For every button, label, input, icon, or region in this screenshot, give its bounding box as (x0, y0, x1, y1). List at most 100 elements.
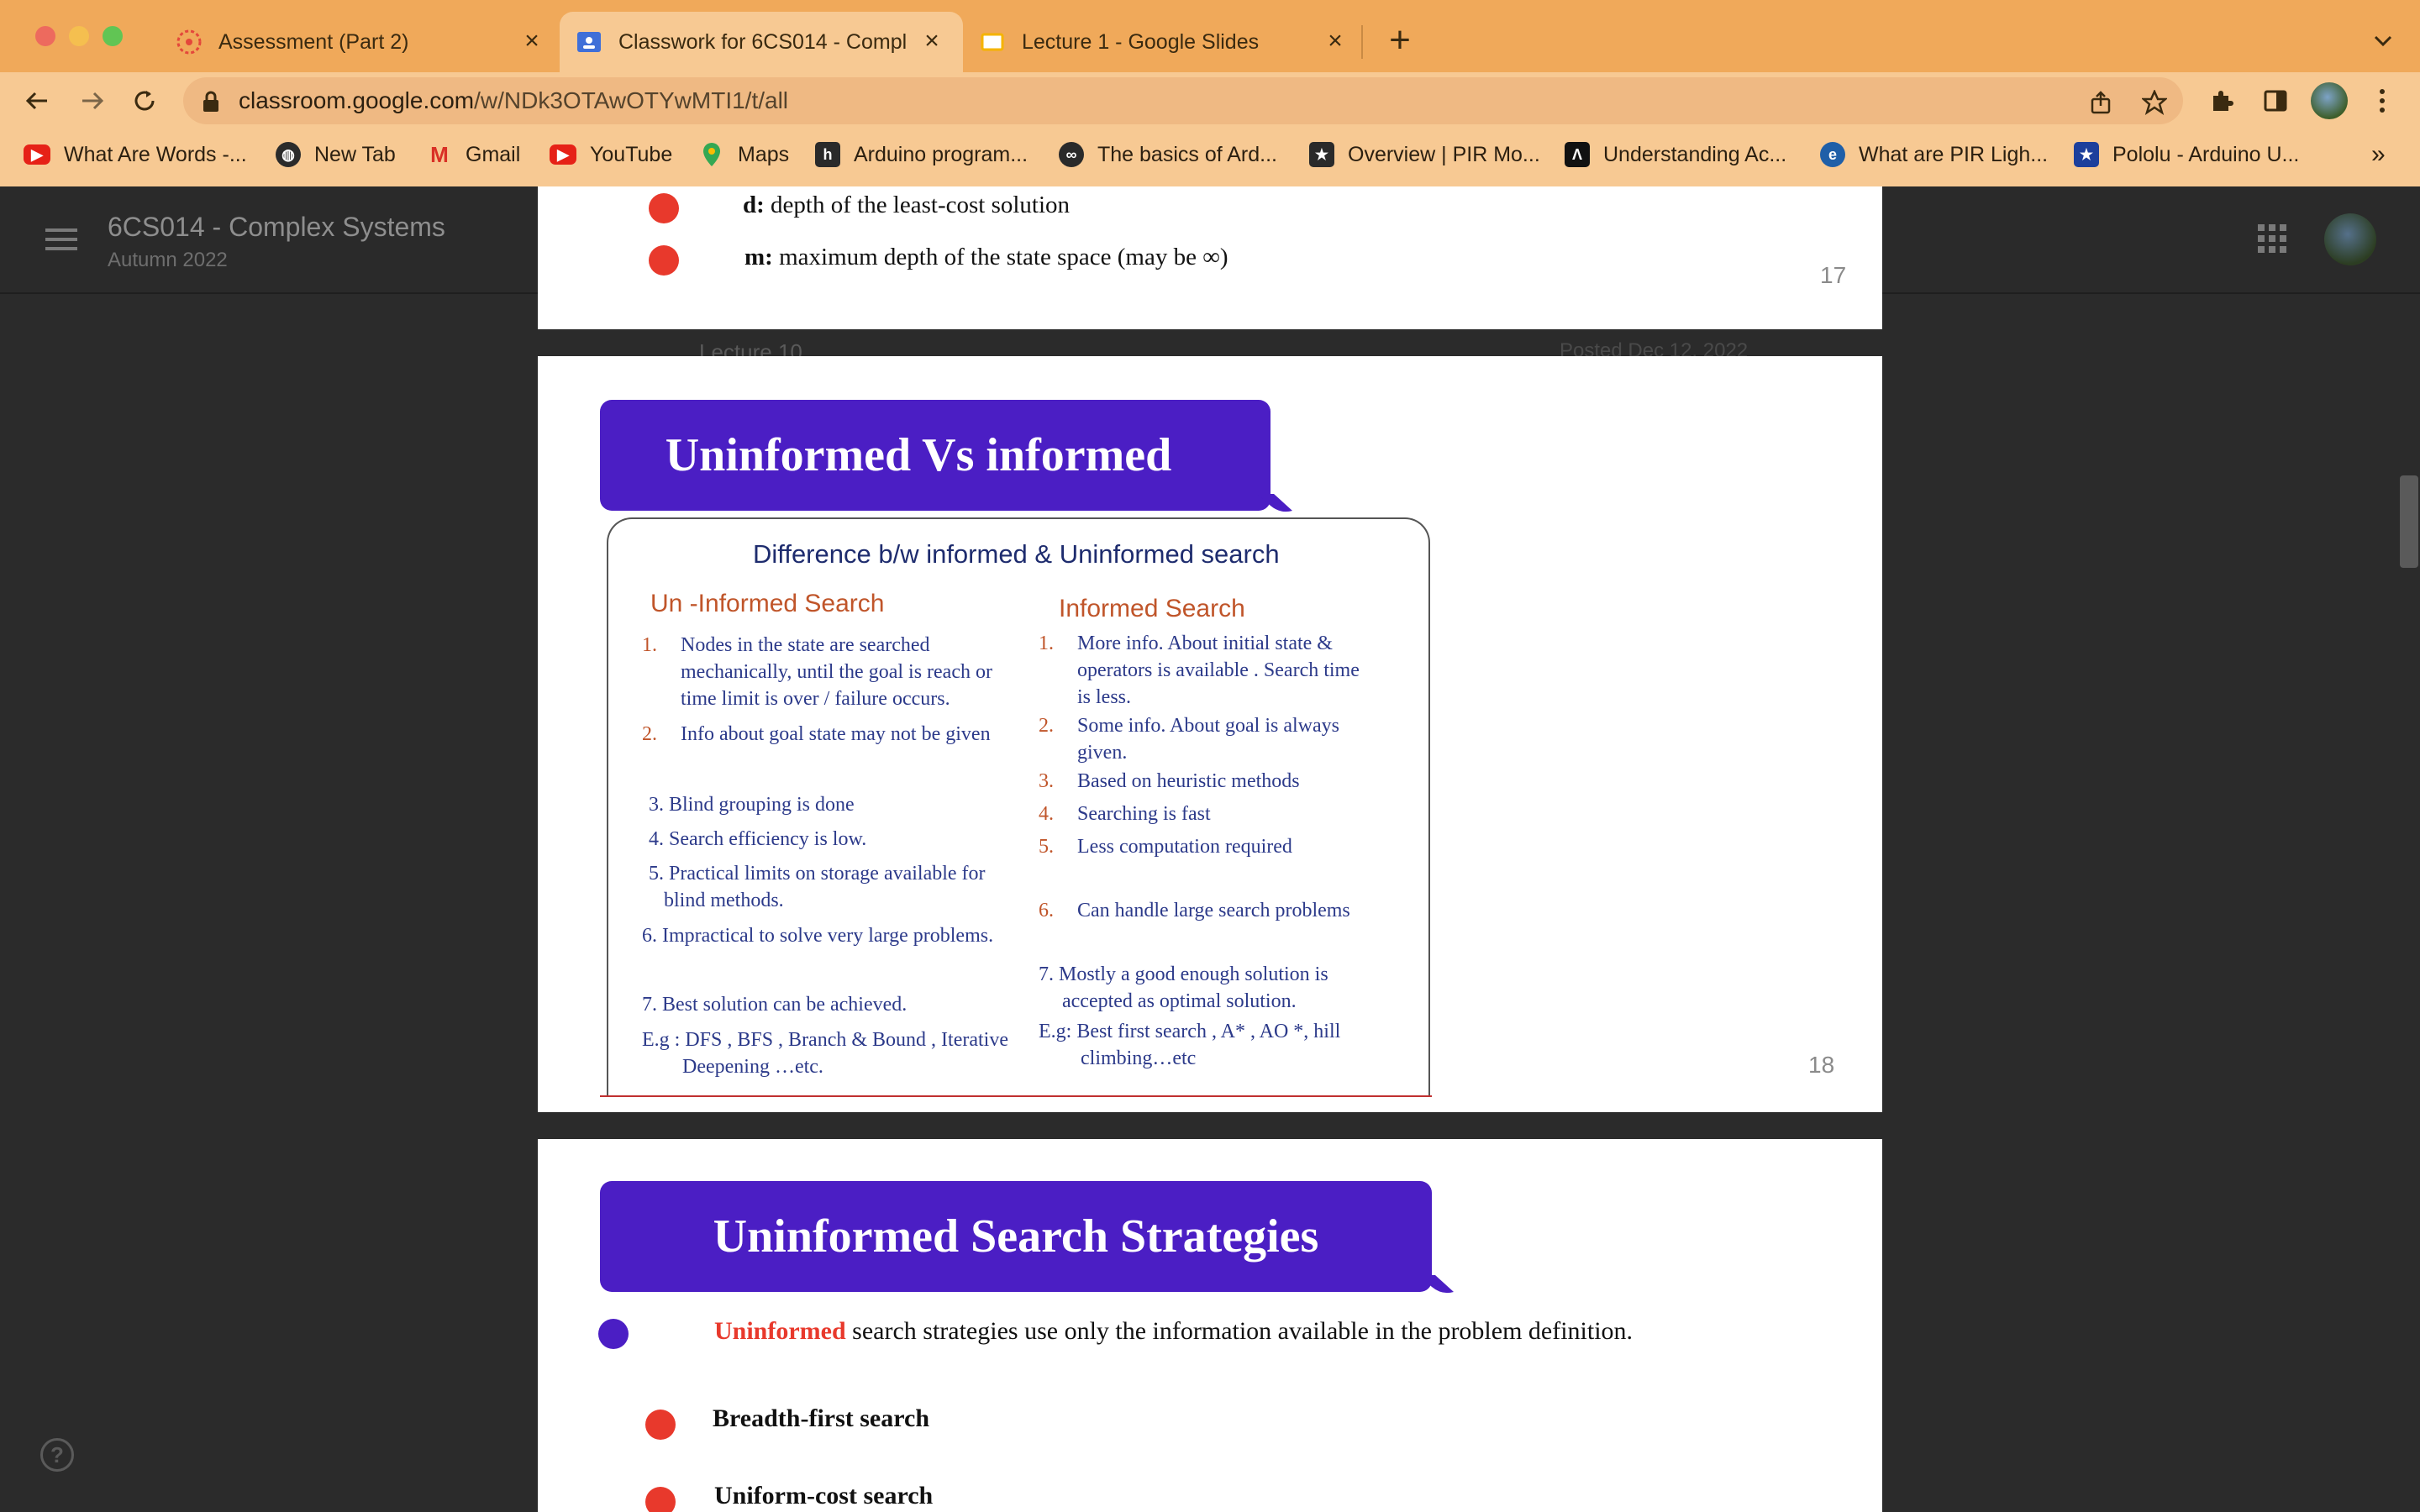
uninformed-list: 1. Nodes in the state are searched mechani… (642, 632, 1037, 1102)
bookmark-item[interactable]: ∞ The basics of Ard... (1059, 138, 1277, 171)
globe-icon: ◍ (276, 142, 301, 167)
url-host: classroom.google.com (239, 87, 475, 113)
close-window-button[interactable] (35, 26, 55, 46)
bookmark-label: Arduino program... (854, 142, 1028, 166)
a-icon: Λ (1565, 142, 1590, 167)
item-text: Less computation required (1077, 836, 1292, 858)
item-text: Searching is fast (1077, 803, 1211, 825)
bookmark-item[interactable]: M Gmail (427, 138, 520, 171)
side-panel-icon[interactable] (2259, 84, 2292, 118)
item-number: 2. (642, 723, 657, 745)
bookmark-item[interactable]: h Arduino program... (815, 138, 1028, 171)
account-avatar[interactable] (2324, 213, 2376, 265)
bookmark-label: Maps (738, 142, 790, 166)
slide-number: 17 (1820, 262, 1847, 288)
bookmark-star-icon[interactable] (2138, 86, 2171, 119)
bookmark-item[interactable]: ★ Overview | PIR Mo... (1309, 138, 1540, 171)
bookmark-label: New Tab (314, 142, 396, 166)
viewer-scrollbar-thumb[interactable] (2400, 475, 2418, 568)
infinity-icon: ∞ (1059, 142, 1084, 167)
list-item: 7. Best solution can be achieved. (642, 991, 1037, 1018)
classroom-logo-icon (576, 29, 602, 55)
tab-divider (1361, 25, 1363, 59)
tab-classwork[interactable]: Classwork for 6CS014 - Compl × (560, 12, 963, 72)
bullet-desc: depth of the least-cost solution (764, 192, 1071, 218)
course-title[interactable]: 6CS014 - Complex Systems (108, 212, 445, 243)
bullet-dot (598, 1319, 629, 1349)
banner-tail (1418, 1275, 1454, 1294)
url-text[interactable]: classroom.google.com/w/NDk3OTAwOTYwMTI1/… (239, 87, 788, 114)
url-path: /w/NDk3OTAwOTYwMTI1/t/all (474, 87, 789, 113)
close-tab-icon[interactable]: × (919, 29, 944, 54)
item-number: 4. (1039, 803, 1054, 825)
bullet-key: m: (744, 244, 773, 270)
back-arrow-icon[interactable] (20, 84, 54, 118)
profile-avatar[interactable] (2311, 82, 2348, 119)
list-item: 6. Can handle large search problems (1039, 897, 1425, 924)
slide-title: Uninformed Vs informed (665, 429, 1172, 481)
bookmark-label: What Are Words -... (64, 142, 247, 166)
item-text: climbing…etc (1081, 1047, 1197, 1069)
bookmark-label: Pololu - Arduino U... (2112, 142, 2300, 166)
lock-icon[interactable] (198, 89, 224, 114)
tab-assessment[interactable]: Assessment (Part 2) × (160, 12, 563, 72)
strategy-item: Breadth-first search (713, 1404, 930, 1432)
list-item: E.g : DFS , BFS , Branch & Bound , Itera… (642, 1026, 1037, 1080)
new-tab-button[interactable]: + (1381, 19, 1418, 60)
list-item: 6. Impractical to solve very large probl… (642, 922, 1037, 949)
bookmark-item[interactable]: ◍ New Tab (276, 138, 396, 171)
bookmark-item[interactable]: ▶ What Are Words -... (24, 138, 247, 171)
hamburger-menu-icon[interactable] (45, 227, 77, 252)
slide-title: Uninformed Search Strategies (713, 1210, 1319, 1263)
canvas-logo-icon (176, 29, 202, 55)
more-bookmarks-button[interactable]: » (2371, 138, 2386, 171)
bookmark-label: YouTube (590, 142, 673, 166)
tab-search-chevron-icon[interactable] (2366, 24, 2400, 57)
forward-arrow-icon[interactable] (76, 84, 109, 118)
bookmark-item[interactable]: ★ Pololu - Arduino U... (2074, 138, 2299, 171)
item-text: Deepening …etc. (682, 1056, 823, 1078)
slide-title-banner: Uninformed Search Strategies (600, 1181, 1432, 1292)
reload-icon[interactable] (128, 84, 161, 118)
bookmark-item[interactable]: e What are PIR Ligh... (1820, 138, 2048, 171)
item-text: mechanically, until the goal is reach or (681, 661, 992, 683)
tab-title: Assessment (Part 2) (218, 29, 409, 54)
bookmark-label: The basics of Ard... (1097, 142, 1277, 166)
list-item: 1. More info. About initial state & operat… (1039, 630, 1425, 711)
banner-tail (1257, 494, 1292, 512)
item-number: 3. (1039, 770, 1054, 792)
minimize-window-button[interactable] (69, 26, 89, 46)
bookmark-label: Understanding Ac... (1603, 142, 1787, 166)
maximize-window-button[interactable] (103, 26, 123, 46)
h-icon: h (815, 142, 840, 167)
list-item: 3. Based on heuristic methods (1039, 768, 1425, 795)
item-text: More info. About initial state & (1077, 633, 1333, 654)
tab-slides[interactable]: Lecture 1 - Google Slides × (963, 12, 1366, 72)
item-text: 6. Impractical to solve very large probl… (642, 925, 994, 947)
close-tab-icon[interactable]: × (519, 29, 544, 54)
item-text: Some info. About goal is always (1077, 715, 1339, 737)
list-item: E.g: Best first search , A* , AO *, hill… (1039, 1018, 1425, 1072)
share-icon[interactable] (2086, 87, 2116, 118)
help-button[interactable]: ? (40, 1438, 74, 1472)
close-tab-icon[interactable]: × (1323, 29, 1348, 54)
more-bookmarks-label: » (2371, 140, 2386, 168)
menu-kebab-icon[interactable] (2370, 84, 2395, 118)
bookmark-item[interactable]: ▶ YouTube (550, 138, 672, 171)
bullet-dot (645, 1487, 676, 1512)
bookmark-item[interactable]: Maps (699, 138, 789, 171)
item-text: given. (1077, 742, 1128, 764)
apps-grid-icon[interactable] (2257, 223, 2287, 254)
slide-18-content: Uninformed Vs informed Difference b/w in… (538, 356, 1882, 1112)
extensions-puzzle-icon[interactable] (2205, 84, 2238, 118)
intro-rest: search strategies use only the informati… (845, 1317, 1634, 1345)
item-text: 7. Mostly a good enough solution is (1039, 963, 1328, 985)
bookmark-item[interactable]: Λ Understanding Ac... (1565, 138, 1786, 171)
bookmark-label: Overview | PIR Mo... (1348, 142, 1540, 166)
item-number: 1. (1039, 633, 1054, 654)
help-icon: ? (50, 1441, 64, 1467)
item-text: Can handle large search problems (1077, 900, 1350, 921)
slide-19: Uninformed Search Strategies Uninformed … (538, 1139, 1882, 1512)
item-number: 5. (1039, 836, 1054, 858)
item-text: time limit is over / failure occurs. (681, 688, 950, 710)
